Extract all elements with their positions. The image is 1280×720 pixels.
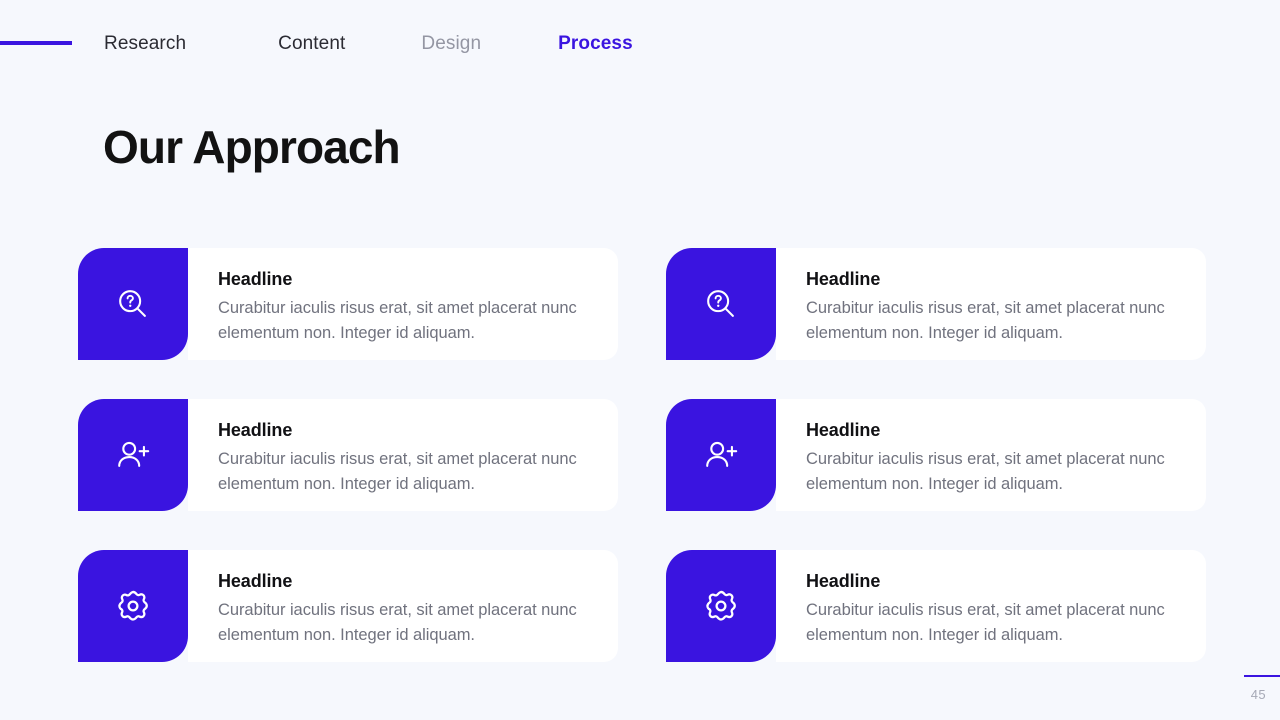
approach-card[interactable]: Headline Curabitur iaculis risus erat, s…: [666, 550, 1206, 662]
page-title: Our Approach: [103, 121, 401, 173]
approach-card-grid: Headline Curabitur iaculis risus erat, s…: [78, 248, 1206, 662]
card-description: Curabitur iaculis risus erat, sit amet p…: [218, 450, 577, 493]
nav-accent-rule: [0, 41, 72, 45]
approach-card[interactable]: Headline Curabitur iaculis risus erat, s…: [78, 550, 618, 662]
approach-card[interactable]: Headline Curabitur iaculis risus erat, s…: [666, 399, 1206, 511]
search-question-icon: [707, 290, 734, 317]
approach-card[interactable]: Headline Curabitur iaculis risus erat, s…: [666, 248, 1206, 360]
card-headline: Headline: [218, 269, 293, 289]
card-body: Headline Curabitur iaculis risus erat, s…: [188, 550, 618, 662]
card-icon-tile: [666, 248, 776, 360]
nav-item-list: Research Content Design Process: [104, 31, 633, 56]
search-question-icon: [119, 290, 146, 317]
card-body: Headline Curabitur iaculis risus erat, s…: [776, 550, 1206, 662]
card-body: Headline Curabitur iaculis risus erat, s…: [188, 399, 618, 511]
gear-icon: [118, 590, 148, 621]
card-headline: Headline: [806, 420, 881, 440]
card-headline: Headline: [806, 571, 881, 591]
card-icon-tile: [78, 550, 188, 662]
card-icon-tile: [78, 248, 188, 360]
gear-icon: [706, 590, 736, 621]
user-plus-icon: [118, 441, 150, 467]
nav-item-design[interactable]: Design: [421, 31, 481, 56]
card-description: Curabitur iaculis risus erat, sit amet p…: [806, 601, 1165, 644]
card-body: Headline Curabitur iaculis risus erat, s…: [776, 399, 1206, 511]
card-body: Headline Curabitur iaculis risus erat, s…: [188, 248, 618, 360]
card-description: Curabitur iaculis risus erat, sit amet p…: [806, 299, 1165, 342]
approach-card[interactable]: Headline Curabitur iaculis risus erat, s…: [78, 399, 618, 511]
nav-item-research[interactable]: Research: [104, 31, 186, 56]
card-body: Headline Curabitur iaculis risus erat, s…: [776, 248, 1206, 360]
approach-card[interactable]: Headline Curabitur iaculis risus erat, s…: [78, 248, 618, 360]
card-description: Curabitur iaculis risus erat, sit amet p…: [806, 450, 1165, 493]
card-icon-tile: [78, 399, 188, 511]
card-headline: Headline: [218, 420, 293, 440]
card-headline: Headline: [218, 571, 293, 591]
card-description: Curabitur iaculis risus erat, sit amet p…: [218, 601, 577, 644]
card-icon-tile: [666, 399, 776, 511]
card-headline: Headline: [806, 269, 881, 289]
user-plus-icon: [706, 441, 738, 467]
top-navigation: Research Content Design Process: [0, 0, 1280, 86]
card-description: Curabitur iaculis risus erat, sit amet p…: [218, 299, 577, 342]
nav-item-process[interactable]: Process: [558, 31, 633, 56]
nav-item-content[interactable]: Content: [278, 31, 345, 56]
card-icon-tile: [666, 550, 776, 662]
footer-accent-rule: [1244, 675, 1280, 677]
page-number: 45: [1250, 687, 1266, 702]
